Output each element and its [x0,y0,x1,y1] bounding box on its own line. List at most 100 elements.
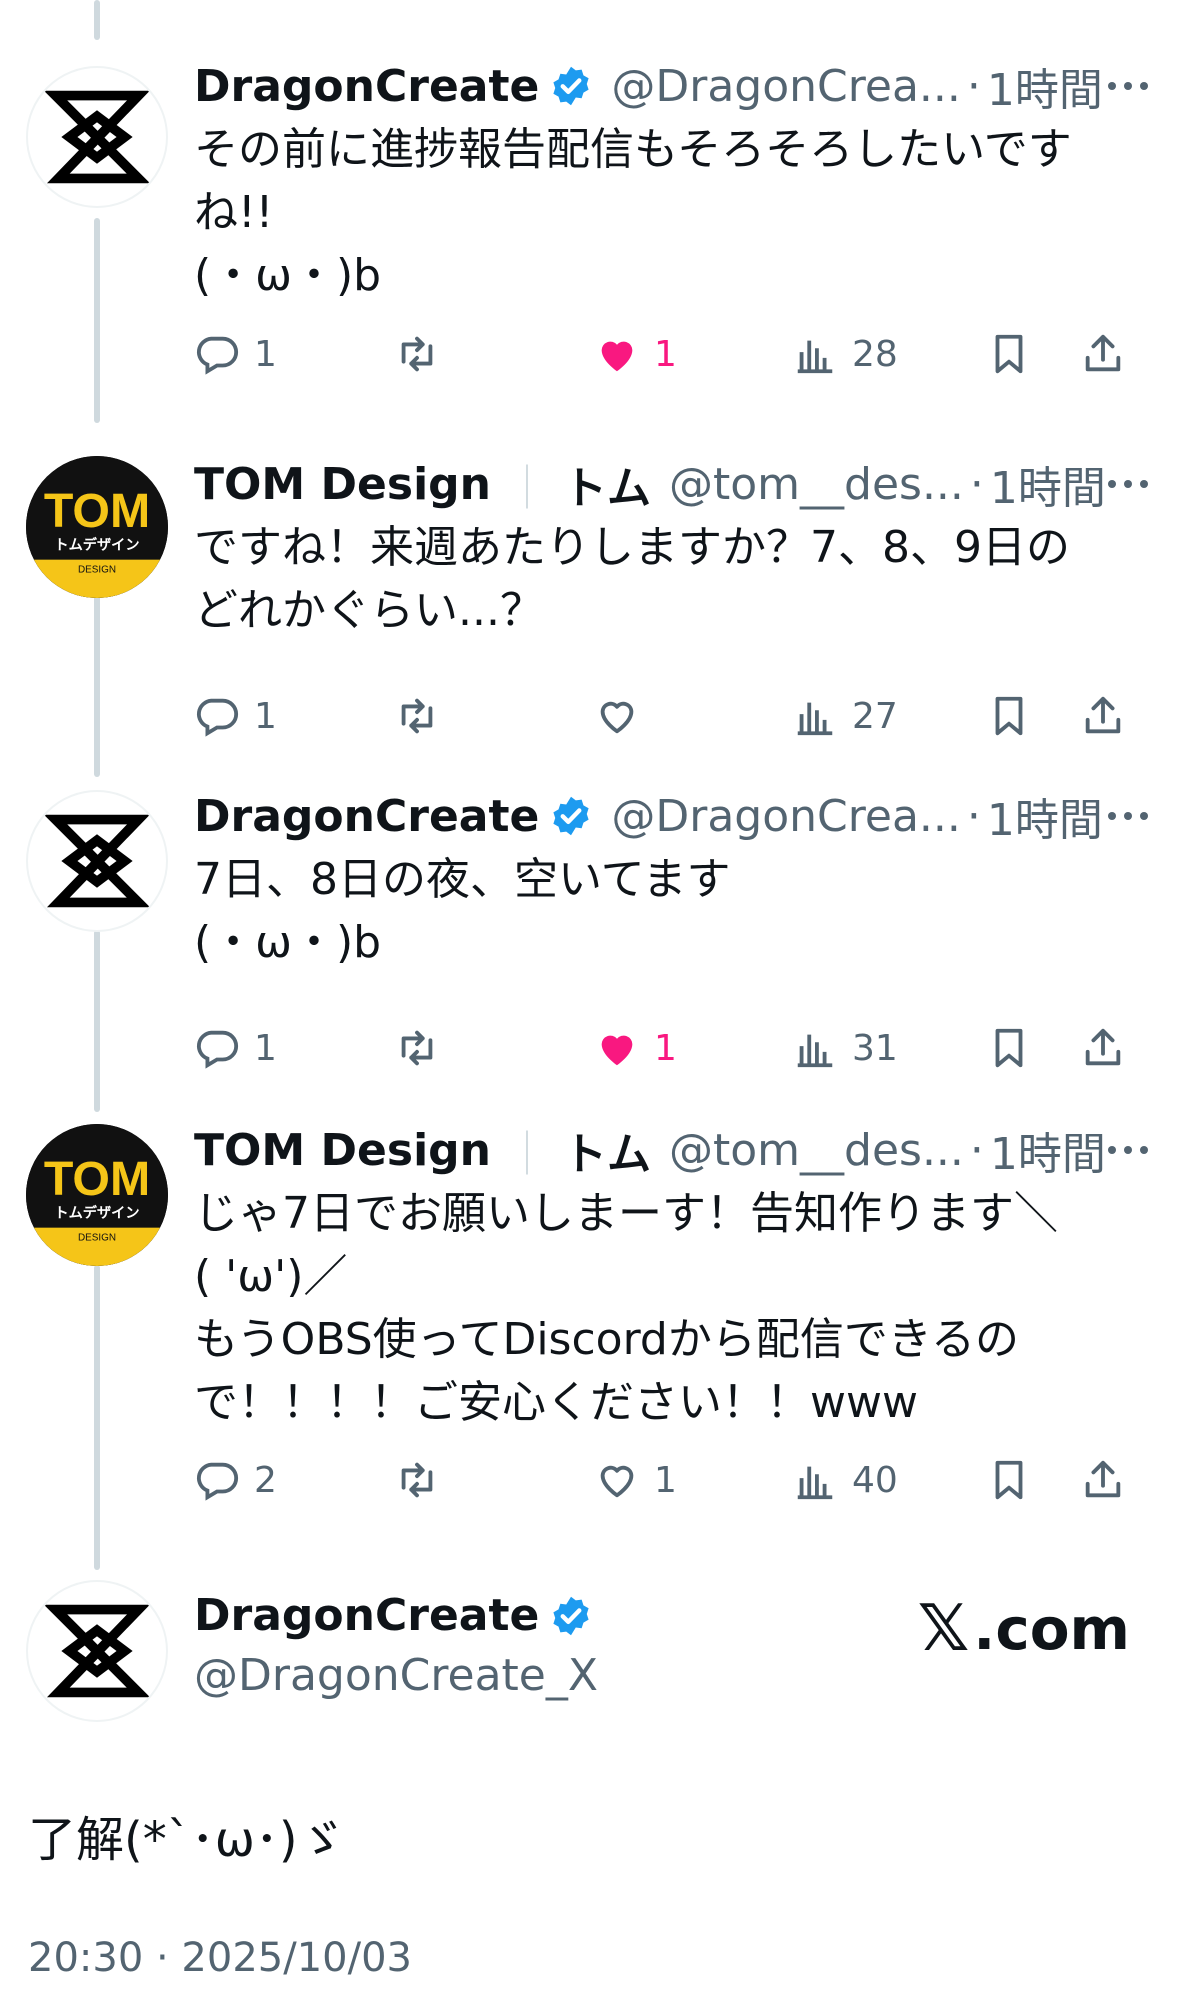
retweet-button[interactable] [394,1018,454,1078]
bookmark-button[interactable] [986,686,1032,746]
views-button[interactable]: 27 [792,686,898,746]
more-icon[interactable] [1098,56,1158,116]
reply-button[interactable]: 1 [194,1018,277,1078]
views-button[interactable]: 40 [792,1450,898,1510]
like-count: 1 [654,1459,677,1501]
display-name-katakana[interactable]: トム [563,452,651,516]
like-count: 1 [654,333,677,375]
tweet-header: DragonCreate @DragonCrea... · 1時間 [194,786,1158,846]
timestamp[interactable]: 1時間 [990,1118,1106,1182]
reply-button[interactable]: 2 [194,1450,277,1510]
like-button[interactable] [594,686,654,746]
timestamp[interactable]: 1時間 [990,452,1106,516]
reply-icon [197,336,239,375]
post-timestamp[interactable]: 20:30 · 2025/10/03 [28,1935,412,1981]
bookmark-icon [995,696,1023,736]
x-logo-icon: 𝕏 [917,1592,970,1666]
retweet-icon [401,1030,433,1066]
like-button[interactable]: 1 [594,1450,677,1510]
display-name[interactable]: TOM Design [194,459,491,510]
like-button[interactable]: 1 [594,1018,677,1078]
logo-text-design: DESIGN [78,1232,116,1243]
more-icon[interactable] [1098,454,1158,514]
more-icon[interactable] [1098,786,1158,846]
tweet-actions: 1 1 28 [194,324,1154,384]
display-name[interactable]: DragonCreate [194,1590,539,1641]
retweet-icon [401,698,433,734]
tweet-text: 了解(*`･ω･)ゞ [28,1812,346,1868]
tweet-header: TOM Design ｜ トム @tom__des... · 1時間 [194,454,1158,514]
tweet-text: ですね！来週あたりしますか？7、8、9日の どれかぐらい...？ [194,522,1070,636]
avatar[interactable]: TOM トムデザイン DESIGN [26,456,168,598]
reply-icon [197,698,239,737]
timestamp[interactable]: 1時間 [987,784,1103,848]
avatar[interactable] [26,790,168,932]
separator-dot: · [966,790,981,842]
handle[interactable]: @DragonCrea... [611,61,961,112]
name-separator: ｜ [504,1129,549,1180]
tweet-text: その前に進捗報告配信もそろそろしたいです ね!! (・ω・)b [194,124,1072,301]
retweet-button[interactable] [394,1450,454,1510]
avatar[interactable]: TOM トムデザイン DESIGN [26,1124,168,1266]
views-button[interactable]: 28 [792,324,898,384]
bookmark-icon [995,1460,1023,1500]
separator-dot: · [966,60,981,112]
bookmark-button[interactable] [986,324,1032,384]
avatar[interactable] [26,1580,168,1722]
display-name[interactable]: DragonCreate [194,61,539,112]
bookmark-icon [995,1028,1023,1068]
tweet[interactable]: DragonCreate @DragonCrea... · 1時間 その前に進捗… [0,0,1178,420]
display-name[interactable]: DragonCreate [194,791,539,842]
display-name-katakana[interactable]: トム [563,1118,651,1182]
reply-icon [197,1462,239,1501]
reply-count: 1 [254,1027,277,1069]
like-button[interactable]: 1 [594,324,677,384]
tweet-text: 7日、8日の夜、空いてます (・ω・)b [194,854,731,968]
views-icon [797,1466,833,1500]
views-button[interactable]: 31 [792,1018,898,1078]
tweet-header: DragonCreate @DragonCrea... · 1時間 [194,56,1158,116]
logo-text-design: DESIGN [78,564,116,575]
tweet-header: TOM Design ｜ トム @tom__des... · 1時間 [194,1120,1158,1180]
tweet[interactable]: TOM トムデザイン DESIGN TOM Design ｜ トム @tom__… [0,1104,1178,1554]
logo-text-tom: TOM [44,484,150,538]
timestamp[interactable]: 1時間 [987,54,1103,118]
heart-icon [601,341,633,372]
tweet-actions: 2 1 40 [194,1450,1154,1510]
retweet-button[interactable] [394,686,454,746]
tweet-actions: 1 27 [194,686,1154,746]
views-count: 31 [852,1027,898,1069]
reply-button[interactable]: 1 [194,686,277,746]
avatar[interactable] [26,66,168,208]
separator-dot: · [969,458,984,510]
share-button[interactable] [1080,1450,1126,1510]
share-icon [1085,334,1121,372]
reply-count: 1 [254,333,277,375]
views-icon [797,340,833,374]
author-name-row: DragonCreate [194,1590,593,1641]
verified-badge-icon [553,66,589,106]
views-count: 40 [852,1459,898,1501]
handle[interactable]: @DragonCreate_X [194,1650,598,1701]
tweet[interactable]: TOM トムデザイン DESIGN TOM Design ｜ トム @tom__… [0,420,1178,770]
handle[interactable]: @tom__des... [669,459,964,510]
bookmark-icon [995,334,1023,374]
handle[interactable]: @tom__des... [669,1125,964,1176]
logo-text-katakana: トムデザイン [54,1205,139,1222]
like-count: 1 [654,1027,677,1069]
reply-icon [197,1030,239,1069]
retweet-button[interactable] [394,324,454,384]
share-button[interactable] [1080,1018,1126,1078]
retweet-icon [401,1462,433,1498]
bookmark-button[interactable] [986,1018,1032,1078]
views-count: 27 [852,695,898,737]
handle[interactable]: @DragonCrea... [611,791,961,842]
reply-button[interactable]: 1 [194,324,277,384]
display-name[interactable]: TOM Design [194,1125,491,1176]
bookmark-button[interactable] [986,1450,1032,1510]
tweet[interactable]: DragonCreate @DragonCrea... · 1時間 7日、8日の… [0,770,1178,1120]
more-icon[interactable] [1098,1120,1158,1180]
share-button[interactable] [1080,324,1126,384]
heart-icon [600,701,634,734]
share-button[interactable] [1080,686,1126,746]
